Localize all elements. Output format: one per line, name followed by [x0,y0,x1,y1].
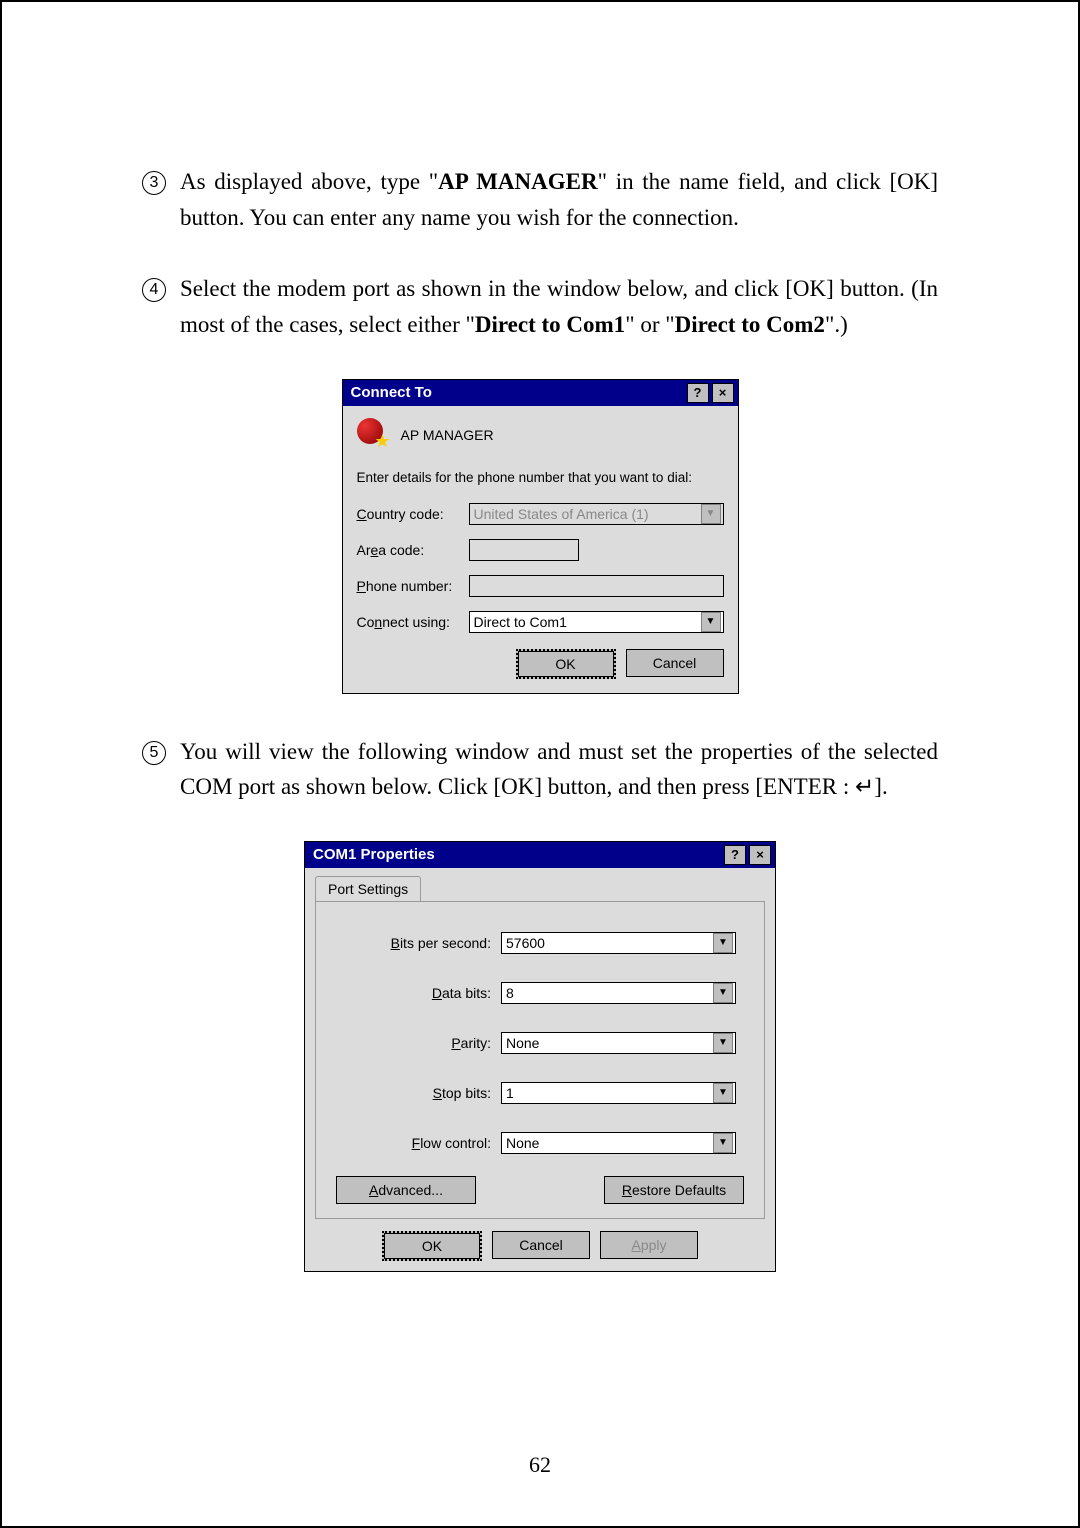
text-segment: You will view the following window and m… [180,739,938,800]
text-segment: " or " [625,312,674,337]
stop-bits-select[interactable]: 1 ▼ [501,1082,736,1104]
tab-bar: Port Settings [315,876,765,901]
close-icon[interactable]: × [712,383,734,403]
bits-label: Bits per second: [336,935,501,951]
list-number: 4 [142,271,180,342]
dialog-title: Connect To [351,384,432,401]
flow-control-select[interactable]: None ▼ [501,1132,736,1154]
data-bits-row: Data bits: 8 ▼ [336,982,744,1004]
connect-using-select[interactable]: Direct to Com1 ▼ [469,611,724,633]
list-text: You will view the following window and m… [180,734,938,805]
circled-number: 5 [142,741,166,765]
page-number: 62 [2,1452,1078,1478]
chevron-down-icon: ▼ [701,612,721,632]
stop-bits-label: Stop bits: [336,1085,501,1101]
phone-input[interactable] [469,575,724,597]
chevron-down-icon: ▼ [713,1033,733,1053]
dialog-title: COM1 Properties [313,846,435,863]
restore-defaults-button[interactable]: Restore Defaults [604,1176,744,1204]
bits-select[interactable]: 57600 ▼ [501,932,736,954]
titlebar[interactable]: COM1 Properties ? × [305,842,775,868]
connect-using-value: Direct to Com1 [474,614,567,630]
list-text: Select the modem port as shown in the wi… [180,271,938,342]
dialog-buttons: OK Cancel [357,649,724,679]
help-icon[interactable]: ? [724,845,746,865]
country-row: Country code: United States of America (… [357,503,724,525]
list-item-4: 4 Select the modem port as shown in the … [142,271,938,342]
document-page: 3 As displayed above, type "AP MANAGER" … [0,0,1080,1528]
connect-using-label: Connect using: [357,614,469,630]
tab-port-settings[interactable]: Port Settings [315,876,421,901]
connect-to-dialog: Connect To ? × ★ AP MANAGER Enter det [342,379,739,694]
cancel-button[interactable]: Cancel [626,649,724,677]
country-select[interactable]: United States of America (1) ▼ [469,503,724,525]
dialog-wrapper: Connect To ? × ★ AP MANAGER Enter det [142,379,938,694]
chevron-down-icon: ▼ [713,1133,733,1153]
flow-control-row: Flow control: None ▼ [336,1132,744,1154]
star-icon: ★ [374,431,390,452]
stop-bits-value: 1 [506,1085,514,1101]
parity-select[interactable]: None ▼ [501,1032,736,1054]
close-icon[interactable]: × [749,845,771,865]
titlebar-buttons: ? × [687,383,734,403]
dialog-header: ★ AP MANAGER [357,418,724,452]
text-bold: Direct to Com1 [475,312,625,337]
ok-button[interactable]: OK [382,1231,482,1261]
parity-label: Parity: [336,1035,501,1051]
area-label: Area code: [357,542,469,558]
data-bits-label: Data bits: [336,985,501,1001]
advanced-button[interactable]: Advanced... [336,1176,476,1204]
chevron-down-icon: ▼ [713,933,733,953]
dialog-wrapper: COM1 Properties ? × Port Settings Bits p… [142,841,938,1272]
ok-button[interactable]: OK [516,649,616,679]
bits-value: 57600 [506,935,545,951]
port-settings-panel: Bits per second: 57600 ▼ Data bits: 8 ▼ [315,901,765,1219]
area-input[interactable] [469,539,579,561]
titlebar-buttons: ? × [724,845,771,865]
dialog-buttons: OK Cancel Apply [315,1231,765,1261]
cancel-button[interactable]: Cancel [492,1231,590,1259]
chevron-down-icon: ▼ [701,504,721,524]
list-number: 3 [142,164,180,235]
list-number: 5 [142,734,180,805]
phone-label: Phone number: [357,578,469,594]
parity-value: None [506,1035,539,1051]
text-segment: As displayed above, type " [180,169,438,194]
list-text: As displayed above, type "AP MANAGER" in… [180,164,938,235]
flow-control-value: None [506,1135,539,1151]
apply-button[interactable]: Apply [600,1231,698,1259]
circled-number: 3 [142,171,166,195]
titlebar[interactable]: Connect To ? × [343,380,738,406]
chevron-down-icon: ▼ [713,1083,733,1103]
bits-per-second-row: Bits per second: 57600 ▼ [336,932,744,954]
circled-number: 4 [142,278,166,302]
text-bold: Direct to Com2 [675,312,825,337]
list-item-3: 3 As displayed above, type "AP MANAGER" … [142,164,938,235]
panel-buttons: Advanced... Restore Defaults [336,1176,744,1204]
dialog-prompt: Enter details for the phone number that … [357,470,724,485]
connection-icon: ★ [357,418,391,452]
text-segment: ".) [825,312,848,337]
help-icon[interactable]: ? [687,383,709,403]
country-value: United States of America (1) [474,506,649,522]
text-bold: AP MANAGER [438,169,597,194]
data-bits-value: 8 [506,985,514,1001]
chevron-down-icon: ▼ [713,983,733,1003]
com1-properties-dialog: COM1 Properties ? × Port Settings Bits p… [304,841,776,1272]
stop-bits-row: Stop bits: 1 ▼ [336,1082,744,1104]
country-label: Country code: [357,506,469,522]
parity-row: Parity: None ▼ [336,1032,744,1054]
list-item-5: 5 You will view the following window and… [142,734,938,805]
connection-name: AP MANAGER [401,427,494,443]
phone-row: Phone number: [357,575,724,597]
document-content: 3 As displayed above, type "AP MANAGER" … [82,74,998,1272]
dialog-body: Port Settings Bits per second: 57600 ▼ D… [305,868,775,1271]
dialog-body: ★ AP MANAGER Enter details for the phone… [343,406,738,693]
connect-using-row: Connect using: Direct to Com1 ▼ [357,611,724,633]
data-bits-select[interactable]: 8 ▼ [501,982,736,1004]
flow-control-label: Flow control: [336,1135,501,1151]
area-row: Area code: [357,539,724,561]
